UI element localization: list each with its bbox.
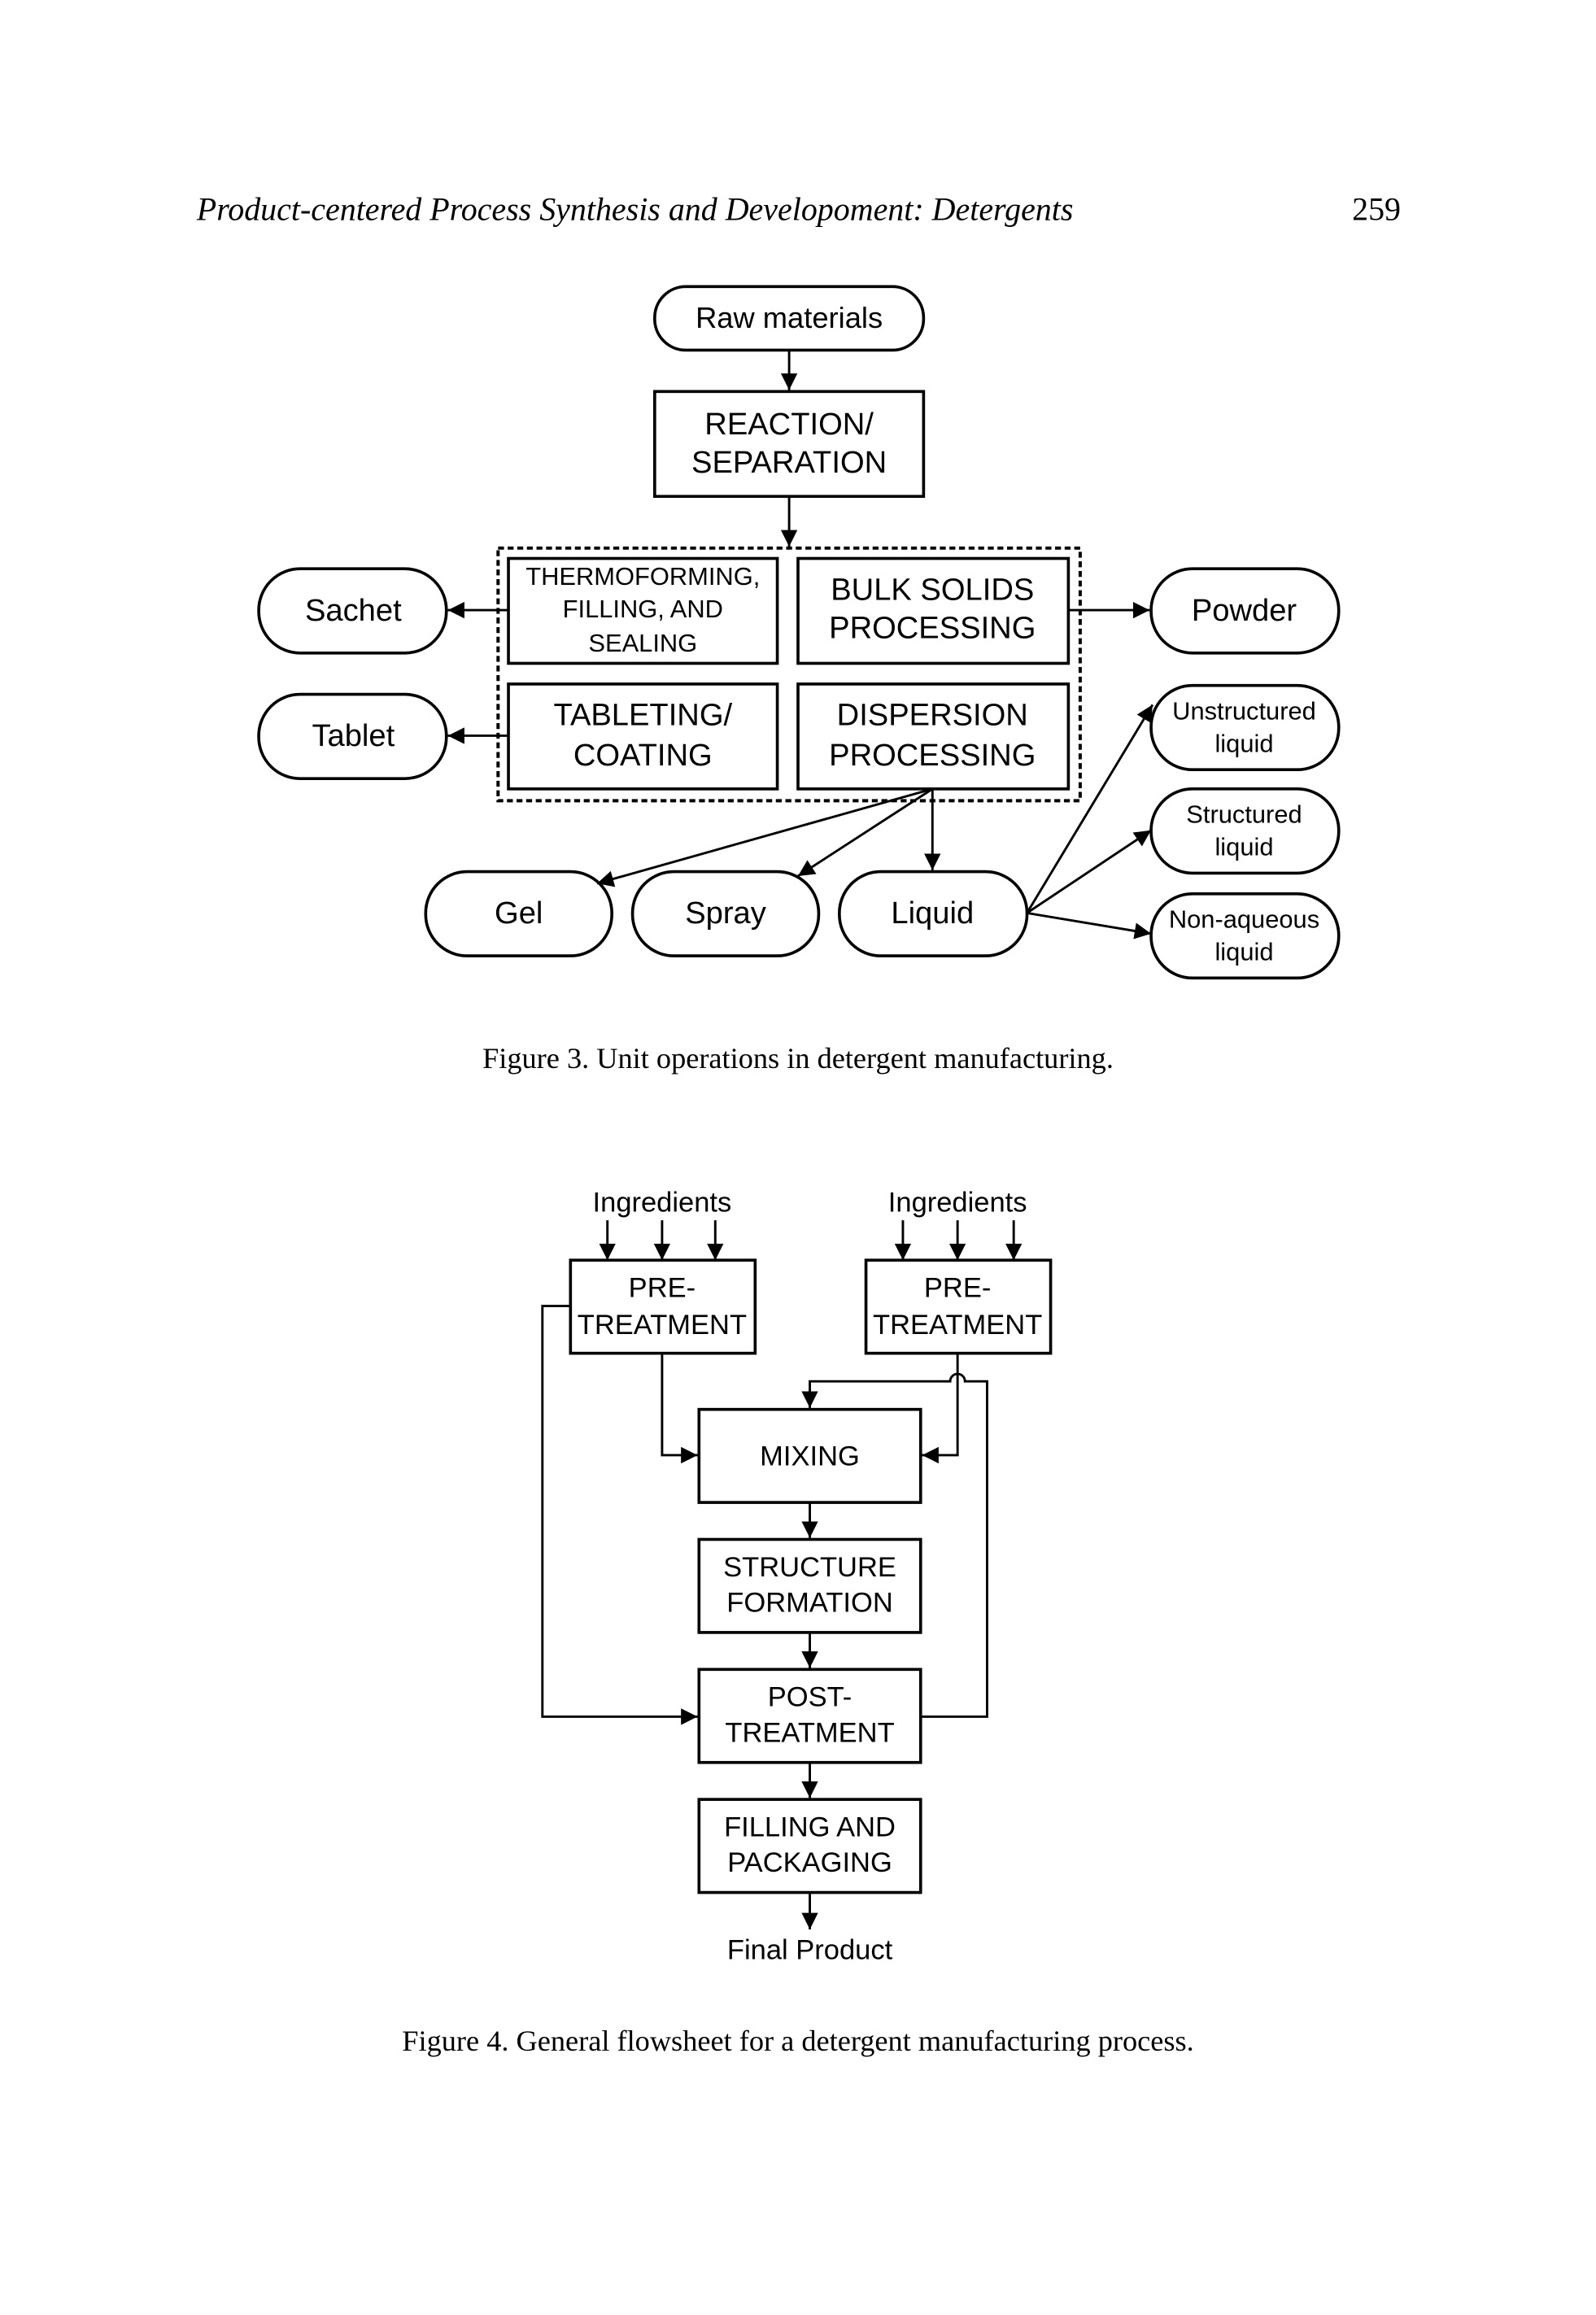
node-nonaqueous-liquid: Non-aqueous liquid	[1149, 892, 1341, 980]
node-thermoforming: THERMOFORMING, FILLING, AND SEALING	[507, 556, 779, 665]
svg-text:Powder: Powder	[1192, 593, 1297, 628]
node-spray: Spray	[630, 870, 821, 957]
svg-text:MIXING: MIXING	[760, 1441, 860, 1472]
page: Product-centered Process Synthesis and D…	[196, 191, 1401, 2057]
node-pretreatment-left: PRE- TREATMENT	[569, 1258, 757, 1355]
svg-text:TREATMENT: TREATMENT	[725, 1717, 894, 1748]
svg-text:POST-: POST-	[768, 1682, 853, 1713]
final-product-label: Final Product	[727, 1934, 893, 1965]
svg-text:REACTION/: REACTION/	[704, 407, 874, 442]
svg-text:THERMOFORMING,: THERMOFORMING,	[525, 562, 760, 591]
node-tableting: TABLETING/ COATING	[507, 682, 779, 791]
svg-text:PRE-: PRE-	[629, 1273, 696, 1304]
page-number: 259	[1352, 191, 1401, 228]
figure-3-caption: Figure 3. Unit operations in detergent m…	[482, 1042, 1114, 1075]
edge-liquid-to-structured	[1026, 829, 1152, 914]
svg-text:PRE-: PRE-	[924, 1273, 991, 1304]
svg-text:liquid: liquid	[1214, 729, 1273, 757]
svg-text:liquid: liquid	[1214, 938, 1273, 966]
edge-dispersion-to-gel	[596, 787, 933, 887]
node-dispersion: DISPERSION PROCESSING	[796, 682, 1071, 791]
svg-text:TABLETING/: TABLETING/	[553, 698, 732, 733]
svg-text:Unstructured: Unstructured	[1172, 696, 1316, 725]
node-reaction-separation: REACTION/ SEPARATION	[653, 390, 926, 499]
ingredients-right-label: Ingredients	[888, 1187, 1027, 1218]
node-structured-liquid: Structured liquid	[1149, 787, 1341, 875]
node-liquid: Liquid	[838, 870, 1029, 957]
node-unstructured-liquid: Unstructured liquid	[1149, 683, 1341, 772]
node-raw-materials: Raw materials	[653, 285, 926, 352]
node-tablet: Tablet	[257, 692, 448, 780]
edge-preleft-to-posttreatment	[541, 1305, 698, 1725]
ingredient-arrows-right	[894, 1220, 1023, 1261]
svg-text:BULK SOLIDS: BULK SOLIDS	[831, 572, 1034, 607]
svg-text:Liquid: Liquid	[891, 896, 974, 931]
node-filling-packaging: FILLING AND PACKAGING	[697, 1798, 922, 1894]
ingredients-left-label: Ingredients	[593, 1187, 732, 1218]
svg-text:liquid: liquid	[1214, 833, 1273, 861]
node-post-treatment: POST- TREATMENT	[697, 1668, 922, 1764]
node-mixing: MIXING	[697, 1407, 922, 1504]
figure-3: Raw materials REACTION/ SEPARATION THERM…	[257, 285, 1341, 1075]
svg-text:FILLING AND: FILLING AND	[724, 1812, 896, 1843]
running-title: Product-centered Process Synthesis and D…	[196, 191, 1074, 228]
svg-text:Gel: Gel	[495, 896, 543, 931]
svg-text:TREATMENT: TREATMENT	[873, 1310, 1042, 1341]
svg-text:DISPERSION: DISPERSION	[837, 698, 1028, 733]
svg-text:Raw materials: Raw materials	[696, 301, 883, 334]
svg-text:FORMATION: FORMATION	[726, 1587, 892, 1618]
svg-text:SEALING: SEALING	[588, 629, 697, 657]
node-sachet: Sachet	[257, 567, 448, 655]
svg-text:PACKAGING: PACKAGING	[727, 1847, 892, 1878]
svg-text:Tablet: Tablet	[312, 718, 395, 753]
svg-text:COATING: COATING	[573, 738, 713, 773]
node-gel: Gel	[424, 870, 613, 957]
svg-text:STRUCTURE: STRUCTURE	[723, 1552, 896, 1583]
node-structure-formation: STRUCTURE FORMATION	[697, 1537, 922, 1634]
node-bulk-solids: BULK SOLIDS PROCESSING	[796, 556, 1071, 665]
figure-4-caption: Figure 4. General flowsheet for a deterg…	[402, 2025, 1193, 2057]
svg-text:Sachet: Sachet	[305, 593, 402, 628]
svg-text:Non-aqueous: Non-aqueous	[1169, 905, 1319, 934]
svg-text:Structured: Structured	[1186, 800, 1302, 829]
edge-liquid-to-nonaqueous	[1027, 911, 1152, 940]
svg-text:FILLING, AND: FILLING, AND	[563, 595, 723, 623]
edge-preright-to-mixing	[922, 1353, 959, 1464]
svg-text:PROCESSING: PROCESSING	[829, 611, 1036, 646]
svg-text:Spray: Spray	[685, 896, 766, 931]
svg-text:SEPARATION: SEPARATION	[691, 445, 887, 480]
figure-4: Ingredients Ingredients PRE- TREATMENT P…	[402, 1187, 1193, 2057]
node-powder: Powder	[1149, 567, 1341, 655]
node-pretreatment-right: PRE- TREATMENT	[864, 1258, 1053, 1355]
ingredient-arrows-left	[599, 1220, 724, 1261]
svg-text:PROCESSING: PROCESSING	[829, 738, 1036, 773]
edge-preleft-to-mixing	[661, 1353, 698, 1464]
svg-text:TREATMENT: TREATMENT	[578, 1310, 747, 1341]
